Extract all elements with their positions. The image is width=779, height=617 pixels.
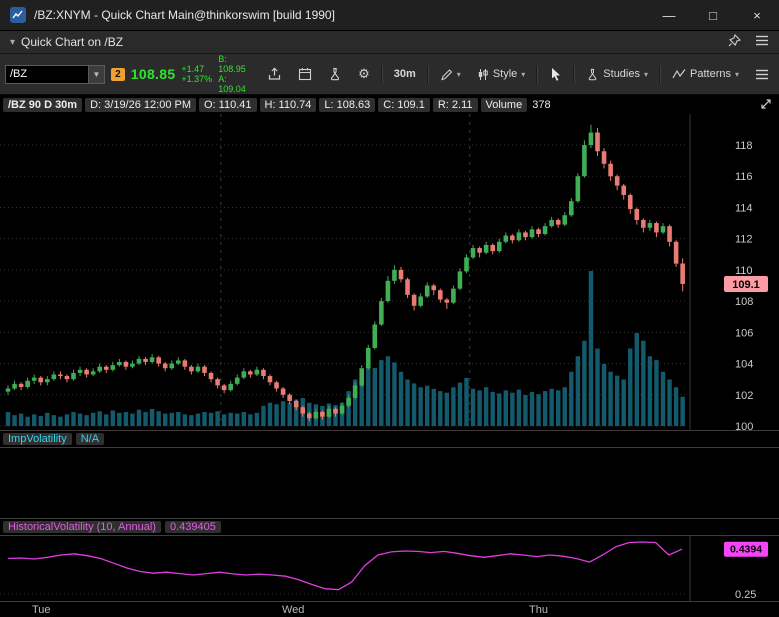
x-axis-label: Tue [32,604,51,616]
chevron-down-icon: ▾ [734,69,739,79]
chevron-down-icon: ▾ [521,69,526,79]
toolbar-separator [573,65,576,83]
price-axis-label: 100 [735,421,753,430]
ohlc-date: D: 3/19/26 12:00 PM [85,97,196,112]
flask-button[interactable] [323,65,347,84]
hv-value-tag-text: 0.4394 [730,544,762,556]
chart-data-header: /BZ 90 D 30m D: 3/19/26 12:00 PM O: 110.… [0,95,779,114]
ohlc-low: L: 108.63 [319,97,376,112]
toolbar-menu-icon[interactable] [750,65,774,84]
change-percent: +1.37% [181,74,213,84]
symbol-dropdown-button[interactable]: ▼ [88,65,104,83]
app-window: /BZ:XNYM - Quick Chart Main@thinkorswim … [0,0,779,617]
last-price-tag-text: 109.1 [732,279,760,291]
studies-button[interactable]: Studies ▾ [581,65,653,84]
style-button[interactable]: Style ▾ [472,65,530,84]
ohlc-high: H: 110.74 [259,97,317,112]
hv-axis-label: 0.25 [735,589,756,601]
maximize-button[interactable]: □ [691,0,735,30]
historicalvolatility-header: HistoricalVolatility (10, Annual) 0.4394… [0,518,779,536]
toolbar-separator [380,65,383,83]
impvolatility-value: N/A [75,433,105,445]
chevron-down-icon: ▾ [456,69,461,79]
chevron-down-icon: ▾ [644,69,649,79]
calendar-button[interactable] [293,65,317,84]
symbol-input[interactable] [6,65,88,83]
chart-area: /BZ 90 D 30m D: 3/19/26 12:00 PM O: 110.… [0,95,779,617]
minimize-button[interactable]: — [647,0,691,30]
pin-icon[interactable] [728,33,742,50]
impvolatility-label[interactable]: ImpVolatility [3,433,72,445]
historicalvolatility-label[interactable]: HistoricalVolatility (10, Annual) [3,521,161,533]
price-axis-label: 112 [735,234,753,246]
message-badge[interactable]: 2 [111,67,125,81]
ohlc-close: C: 109.1 [378,97,430,112]
chart-toolbar: ▼ 2 108.85 +1.47 +1.37% B: 108.95 A: 109… [0,54,779,95]
drawing-tools-button[interactable]: ▾ [435,65,466,84]
impvolatility-panel[interactable] [0,448,779,518]
impvolatility-header: ImpVolatility N/A [0,430,779,448]
price-axis-label: 114 [735,202,753,214]
close-button[interactable]: × [735,0,779,30]
price-axis-label: 116 [735,171,753,183]
gear-icon: ⚙ [358,66,370,81]
x-axis-label: Wed [282,604,305,616]
ohlc-open: O: 110.41 [199,97,257,112]
change-block: +1.47 +1.37% [181,64,212,84]
title-bar: /BZ:XNYM - Quick Chart Main@thinkorswim … [0,0,779,31]
price-axis-label: 102 [735,390,753,402]
historicalvolatility-chart[interactable]: 0.25 0.4394 [0,536,779,601]
style-label: Style [492,68,518,80]
expand-chart-icon[interactable] [759,98,773,114]
timeframe-button[interactable]: 30m [389,65,421,84]
share-button[interactable] [262,65,287,84]
chevron-down-icon[interactable]: ▾ [10,37,15,48]
timeframe-label: 30m [393,68,416,80]
hv-line [7,541,683,591]
toolbar-separator [426,65,429,83]
bid-ask-block: B: 108.95 A: 109.04 [218,54,256,94]
patterns-button[interactable]: Patterns ▾ [667,65,744,84]
patterns-label: Patterns [690,68,731,80]
window-title: /BZ:XNYM - Quick Chart Main@thinkorswim … [34,8,335,22]
app-icon [10,7,26,23]
cursor-tool-button[interactable] [544,65,567,84]
volume-value: 378 [532,98,551,111]
price-axis-label: 106 [735,327,753,339]
studies-label: Studies [603,68,640,80]
price-axis-label: 110 [735,265,753,277]
settings-button[interactable]: ⚙ [353,65,375,84]
last-price: 108.85 [130,66,176,82]
symbol-box: ▼ [5,64,105,84]
tab-bar: ▾ Quick Chart on /BZ [0,31,779,54]
chart-symbol-period: /BZ 90 D 30m [3,97,83,112]
panel-menu-icon[interactable] [755,35,769,49]
x-axis-label: Thu [529,604,548,616]
historicalvolatility-value: 0.439405 [164,521,221,533]
price-axis-label: 118 [735,140,753,152]
price-axis-label: 108 [735,296,753,308]
price-axis-label: 104 [735,359,753,371]
tab-title[interactable]: Quick Chart on /BZ [21,35,123,49]
time-axis: Tue Wed Thu [0,601,779,617]
change-value: +1.47 [181,64,205,74]
toolbar-separator [536,65,539,83]
ask-value: A: 109.04 [218,74,246,94]
bid-value: B: 108.95 [218,54,246,74]
volume-label[interactable]: Volume [480,97,528,112]
toolbar-separator [659,65,662,83]
ohlc-range: R: 2.11 [432,97,478,112]
volume-bars [5,271,685,426]
main-price-chart[interactable]: 118 116 114 112 110 108 106 104 102 100 109.1 [0,114,779,430]
